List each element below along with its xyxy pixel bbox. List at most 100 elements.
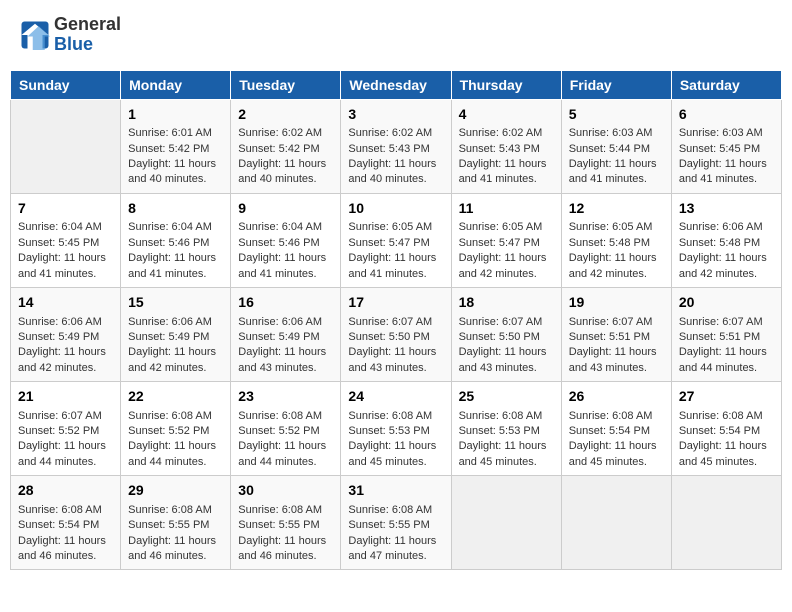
day-number: 18 xyxy=(459,293,554,313)
day-number: 26 xyxy=(569,387,664,407)
day-cell: 1 Sunrise: 6:01 AMSunset: 5:42 PMDayligh… xyxy=(121,99,231,193)
week-row-2: 7 Sunrise: 6:04 AMSunset: 5:45 PMDayligh… xyxy=(11,193,782,287)
day-number: 15 xyxy=(128,293,223,313)
day-detail: Sunrise: 6:05 AMSunset: 5:47 PMDaylight:… xyxy=(348,221,436,279)
day-detail: Sunrise: 6:08 AMSunset: 5:53 PMDaylight:… xyxy=(348,410,436,468)
day-cell xyxy=(11,99,121,193)
day-number: 14 xyxy=(18,293,113,313)
day-number: 29 xyxy=(128,481,223,501)
day-number: 8 xyxy=(128,199,223,219)
day-detail: Sunrise: 6:04 AMSunset: 5:46 PMDaylight:… xyxy=(128,221,216,279)
day-detail: Sunrise: 6:08 AMSunset: 5:55 PMDaylight:… xyxy=(348,504,436,562)
day-cell: 9 Sunrise: 6:04 AMSunset: 5:46 PMDayligh… xyxy=(231,193,341,287)
day-cell: 26 Sunrise: 6:08 AMSunset: 5:54 PMDaylig… xyxy=(561,382,671,476)
day-detail: Sunrise: 6:04 AMSunset: 5:45 PMDaylight:… xyxy=(18,221,106,279)
day-number: 16 xyxy=(238,293,333,313)
day-cell: 22 Sunrise: 6:08 AMSunset: 5:52 PMDaylig… xyxy=(121,382,231,476)
day-number: 6 xyxy=(679,105,774,125)
day-cell: 3 Sunrise: 6:02 AMSunset: 5:43 PMDayligh… xyxy=(341,99,451,193)
day-cell: 6 Sunrise: 6:03 AMSunset: 5:45 PMDayligh… xyxy=(671,99,781,193)
day-cell: 25 Sunrise: 6:08 AMSunset: 5:53 PMDaylig… xyxy=(451,382,561,476)
header-cell-sunday: Sunday xyxy=(11,70,121,99)
day-detail: Sunrise: 6:01 AMSunset: 5:42 PMDaylight:… xyxy=(128,127,216,185)
day-detail: Sunrise: 6:05 AMSunset: 5:48 PMDaylight:… xyxy=(569,221,657,279)
day-number: 24 xyxy=(348,387,443,407)
day-detail: Sunrise: 6:08 AMSunset: 5:55 PMDaylight:… xyxy=(128,504,216,562)
day-cell: 2 Sunrise: 6:02 AMSunset: 5:42 PMDayligh… xyxy=(231,99,341,193)
day-detail: Sunrise: 6:07 AMSunset: 5:50 PMDaylight:… xyxy=(459,316,547,374)
day-number: 27 xyxy=(679,387,774,407)
day-detail: Sunrise: 6:08 AMSunset: 5:54 PMDaylight:… xyxy=(569,410,657,468)
day-number: 31 xyxy=(348,481,443,501)
day-cell: 29 Sunrise: 6:08 AMSunset: 5:55 PMDaylig… xyxy=(121,476,231,570)
day-number: 17 xyxy=(348,293,443,313)
day-number: 23 xyxy=(238,387,333,407)
day-cell xyxy=(561,476,671,570)
day-detail: Sunrise: 6:07 AMSunset: 5:51 PMDaylight:… xyxy=(679,316,767,374)
day-cell: 11 Sunrise: 6:05 AMSunset: 5:47 PMDaylig… xyxy=(451,193,561,287)
day-number: 12 xyxy=(569,199,664,219)
day-number: 5 xyxy=(569,105,664,125)
day-cell: 28 Sunrise: 6:08 AMSunset: 5:54 PMDaylig… xyxy=(11,476,121,570)
day-cell: 23 Sunrise: 6:08 AMSunset: 5:52 PMDaylig… xyxy=(231,382,341,476)
day-cell xyxy=(671,476,781,570)
day-cell: 12 Sunrise: 6:05 AMSunset: 5:48 PMDaylig… xyxy=(561,193,671,287)
week-row-1: 1 Sunrise: 6:01 AMSunset: 5:42 PMDayligh… xyxy=(11,99,782,193)
day-detail: Sunrise: 6:07 AMSunset: 5:50 PMDaylight:… xyxy=(348,316,436,374)
day-detail: Sunrise: 6:06 AMSunset: 5:48 PMDaylight:… xyxy=(679,221,767,279)
day-detail: Sunrise: 6:06 AMSunset: 5:49 PMDaylight:… xyxy=(128,316,216,374)
day-cell: 27 Sunrise: 6:08 AMSunset: 5:54 PMDaylig… xyxy=(671,382,781,476)
day-cell: 15 Sunrise: 6:06 AMSunset: 5:49 PMDaylig… xyxy=(121,287,231,381)
day-number: 30 xyxy=(238,481,333,501)
day-detail: Sunrise: 6:08 AMSunset: 5:52 PMDaylight:… xyxy=(238,410,326,468)
day-cell xyxy=(451,476,561,570)
day-cell: 24 Sunrise: 6:08 AMSunset: 5:53 PMDaylig… xyxy=(341,382,451,476)
day-cell: 16 Sunrise: 6:06 AMSunset: 5:49 PMDaylig… xyxy=(231,287,341,381)
day-cell: 20 Sunrise: 6:07 AMSunset: 5:51 PMDaylig… xyxy=(671,287,781,381)
day-cell: 17 Sunrise: 6:07 AMSunset: 5:50 PMDaylig… xyxy=(341,287,451,381)
day-detail: Sunrise: 6:07 AMSunset: 5:51 PMDaylight:… xyxy=(569,316,657,374)
header-cell-monday: Monday xyxy=(121,70,231,99)
day-detail: Sunrise: 6:08 AMSunset: 5:54 PMDaylight:… xyxy=(18,504,106,562)
day-detail: Sunrise: 6:08 AMSunset: 5:55 PMDaylight:… xyxy=(238,504,326,562)
day-cell: 5 Sunrise: 6:03 AMSunset: 5:44 PMDayligh… xyxy=(561,99,671,193)
logo-text: General Blue xyxy=(54,15,121,55)
day-cell: 13 Sunrise: 6:06 AMSunset: 5:48 PMDaylig… xyxy=(671,193,781,287)
day-detail: Sunrise: 6:08 AMSunset: 5:52 PMDaylight:… xyxy=(128,410,216,468)
day-number: 3 xyxy=(348,105,443,125)
day-detail: Sunrise: 6:06 AMSunset: 5:49 PMDaylight:… xyxy=(18,316,106,374)
page-header: General Blue xyxy=(10,10,782,60)
day-detail: Sunrise: 6:02 AMSunset: 5:43 PMDaylight:… xyxy=(459,127,547,185)
day-number: 13 xyxy=(679,199,774,219)
day-number: 7 xyxy=(18,199,113,219)
day-number: 4 xyxy=(459,105,554,125)
day-number: 2 xyxy=(238,105,333,125)
day-detail: Sunrise: 6:08 AMSunset: 5:54 PMDaylight:… xyxy=(679,410,767,468)
day-number: 1 xyxy=(128,105,223,125)
day-cell: 14 Sunrise: 6:06 AMSunset: 5:49 PMDaylig… xyxy=(11,287,121,381)
calendar-header: SundayMondayTuesdayWednesdayThursdayFrid… xyxy=(11,70,782,99)
header-cell-thursday: Thursday xyxy=(451,70,561,99)
day-detail: Sunrise: 6:06 AMSunset: 5:49 PMDaylight:… xyxy=(238,316,326,374)
day-number: 20 xyxy=(679,293,774,313)
calendar-body: 1 Sunrise: 6:01 AMSunset: 5:42 PMDayligh… xyxy=(11,99,782,570)
calendar-table: SundayMondayTuesdayWednesdayThursdayFrid… xyxy=(10,70,782,571)
day-detail: Sunrise: 6:03 AMSunset: 5:44 PMDaylight:… xyxy=(569,127,657,185)
day-number: 25 xyxy=(459,387,554,407)
day-detail: Sunrise: 6:08 AMSunset: 5:53 PMDaylight:… xyxy=(459,410,547,468)
day-detail: Sunrise: 6:07 AMSunset: 5:52 PMDaylight:… xyxy=(18,410,106,468)
day-number: 22 xyxy=(128,387,223,407)
day-detail: Sunrise: 6:03 AMSunset: 5:45 PMDaylight:… xyxy=(679,127,767,185)
week-row-3: 14 Sunrise: 6:06 AMSunset: 5:49 PMDaylig… xyxy=(11,287,782,381)
header-cell-saturday: Saturday xyxy=(671,70,781,99)
day-cell: 10 Sunrise: 6:05 AMSunset: 5:47 PMDaylig… xyxy=(341,193,451,287)
logo-icon xyxy=(20,20,50,50)
day-cell: 21 Sunrise: 6:07 AMSunset: 5:52 PMDaylig… xyxy=(11,382,121,476)
day-number: 10 xyxy=(348,199,443,219)
day-detail: Sunrise: 6:05 AMSunset: 5:47 PMDaylight:… xyxy=(459,221,547,279)
day-detail: Sunrise: 6:04 AMSunset: 5:46 PMDaylight:… xyxy=(238,221,326,279)
day-detail: Sunrise: 6:02 AMSunset: 5:42 PMDaylight:… xyxy=(238,127,326,185)
day-number: 11 xyxy=(459,199,554,219)
day-detail: Sunrise: 6:02 AMSunset: 5:43 PMDaylight:… xyxy=(348,127,436,185)
header-cell-wednesday: Wednesday xyxy=(341,70,451,99)
